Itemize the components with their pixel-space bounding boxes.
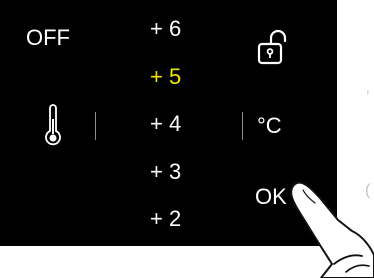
pointing-hand-icon	[290, 181, 374, 278]
screenshot-stage: OFF + 6 + 5 + 4 + 3 + 2 °C OK ’ (	[0, 0, 374, 278]
